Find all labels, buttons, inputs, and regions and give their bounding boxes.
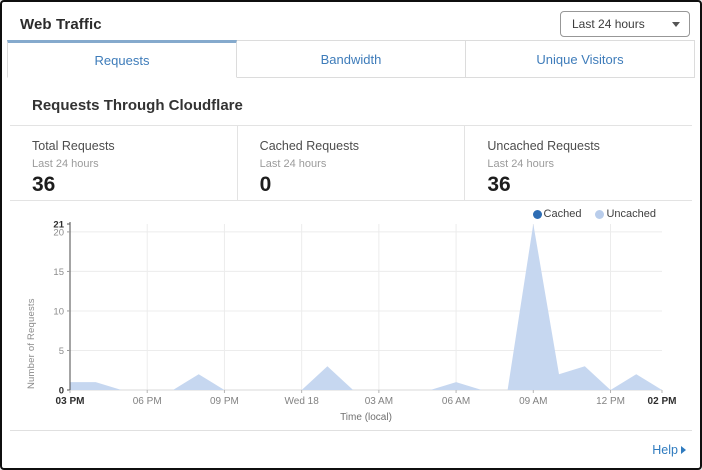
stat-total-requests: Total Requests Last 24 hours 36 bbox=[10, 126, 237, 200]
time-range-dropdown[interactable]: Last 24 hours bbox=[560, 11, 690, 37]
svg-text:09 AM: 09 AM bbox=[519, 396, 547, 407]
svg-text:21: 21 bbox=[53, 220, 64, 231]
svg-text:03 AM: 03 AM bbox=[365, 396, 393, 407]
page-title: Web Traffic bbox=[20, 16, 102, 33]
tab-bandwidth[interactable]: Bandwidth bbox=[237, 40, 466, 78]
svg-text:09 PM: 09 PM bbox=[210, 396, 239, 407]
tab-bar: Requests Bandwidth Unique Visitors bbox=[7, 40, 695, 78]
tab-requests[interactable]: Requests bbox=[7, 40, 237, 78]
stat-period: Last 24 hours bbox=[487, 158, 692, 170]
svg-text:Wed 18: Wed 18 bbox=[285, 396, 320, 407]
arrow-right-icon bbox=[681, 446, 686, 454]
stat-label: Uncached Requests bbox=[487, 139, 692, 153]
tab-bandwidth-label: Bandwidth bbox=[321, 52, 382, 67]
stat-value: 36 bbox=[487, 173, 692, 197]
tab-requests-label: Requests bbox=[95, 53, 150, 68]
svg-text:06 PM: 06 PM bbox=[133, 396, 162, 407]
time-range-value: Last 24 hours bbox=[572, 17, 645, 31]
y-axis-title: Number of Requests bbox=[26, 229, 37, 389]
svg-text:5: 5 bbox=[59, 346, 64, 357]
chevron-down-icon bbox=[672, 22, 680, 27]
svg-text:06 AM: 06 AM bbox=[442, 396, 470, 407]
requests-area-chart: 051015202103 PM06 PM09 PMWed 1803 AM06 A… bbox=[44, 211, 702, 431]
svg-text:12 PM: 12 PM bbox=[596, 396, 625, 407]
svg-text:Time (local): Time (local) bbox=[340, 412, 392, 423]
web-traffic-panel: Web Traffic Last 24 hours Requests Bandw… bbox=[0, 0, 702, 470]
requests-chart-svg: 051015202103 PM06 PM09 PMWed 1803 AM06 A… bbox=[44, 211, 702, 426]
stat-uncached-requests: Uncached Requests Last 24 hours 36 bbox=[464, 126, 692, 200]
svg-text:15: 15 bbox=[53, 267, 64, 278]
help-link[interactable]: Help bbox=[652, 443, 686, 457]
stat-label: Cached Requests bbox=[260, 139, 465, 153]
tab-unique-visitors-label: Unique Visitors bbox=[536, 52, 623, 67]
stat-period: Last 24 hours bbox=[260, 158, 465, 170]
stats-row: Total Requests Last 24 hours 36 Cached R… bbox=[10, 126, 692, 201]
svg-text:0: 0 bbox=[59, 386, 64, 397]
section-header: Requests Through Cloudflare bbox=[2, 78, 700, 125]
stat-period: Last 24 hours bbox=[32, 158, 237, 170]
help-label: Help bbox=[652, 443, 678, 457]
requests-chart-section: Cached Uncached Number of Requests 05101… bbox=[10, 201, 692, 430]
panel-header: Web Traffic Last 24 hours bbox=[2, 2, 700, 40]
stat-value: 0 bbox=[260, 173, 465, 197]
svg-text:10: 10 bbox=[53, 306, 64, 317]
section-title: Requests Through Cloudflare bbox=[32, 97, 670, 114]
svg-text:02 PM: 02 PM bbox=[648, 396, 677, 407]
tab-unique-visitors[interactable]: Unique Visitors bbox=[466, 40, 695, 78]
stat-label: Total Requests bbox=[32, 139, 237, 153]
stat-cached-requests: Cached Requests Last 24 hours 0 bbox=[237, 126, 465, 200]
panel-footer: Help bbox=[10, 430, 692, 469]
svg-text:03 PM: 03 PM bbox=[56, 396, 85, 407]
stat-value: 36 bbox=[32, 173, 237, 197]
